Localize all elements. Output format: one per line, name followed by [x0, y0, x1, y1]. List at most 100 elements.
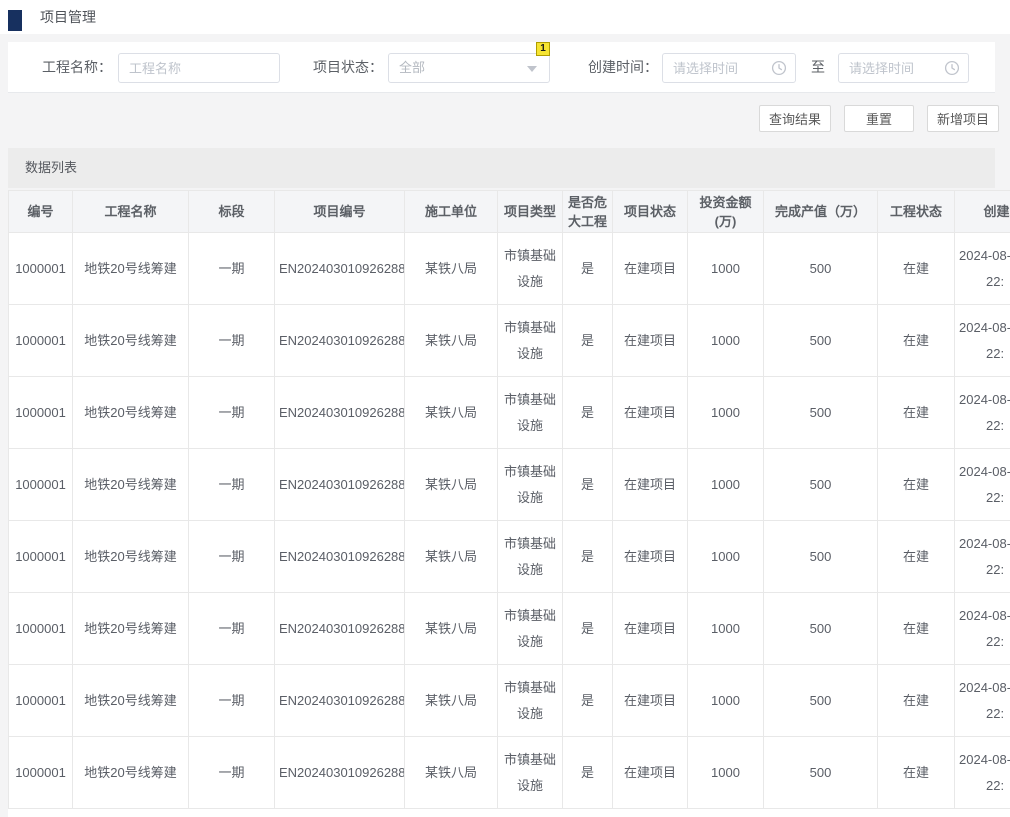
- cell-created-date: 2024-08-: [955, 315, 1010, 341]
- cell-type: 市镇基础设施: [498, 521, 563, 593]
- column-header-type: 项目类型: [498, 191, 563, 233]
- project-management-screen: 项目管理 工程名称： 项目状态： 全部 1 创建时间： 至: [0, 0, 1010, 817]
- start-time-picker[interactable]: [662, 53, 796, 83]
- data-list-title: 数据列表: [25, 148, 77, 188]
- cell-investment: 1000: [688, 521, 764, 593]
- cell-created-date: 2024-08-: [955, 387, 1010, 413]
- column-header-investment: 投资金额(万): [688, 191, 764, 233]
- column-header-id: 编号: [9, 191, 73, 233]
- table-row: 1000001地铁20号线筹建一期EN20240301092628830某铁八局…: [9, 305, 1010, 377]
- cell-dangerous: 是: [563, 305, 613, 377]
- column-header-state: 工程状态: [878, 191, 955, 233]
- cell-dangerous: 是: [563, 593, 613, 665]
- cell-dangerous: 是: [563, 377, 613, 449]
- cell-investment: 1000: [688, 737, 764, 809]
- cell-code: EN20240301092628830: [275, 377, 405, 449]
- cell-status: 在建项目: [613, 665, 688, 737]
- cell-status: 在建项目: [613, 377, 688, 449]
- project-name-input[interactable]: [118, 53, 280, 83]
- cell-created: 2024-08-22:: [955, 305, 1010, 377]
- cell-section: 一期: [189, 665, 275, 737]
- cell-contractor: 某铁八局: [405, 377, 498, 449]
- cell-dangerous: 是: [563, 449, 613, 521]
- cell-dangerous: 是: [563, 737, 613, 809]
- cell-code: EN20240301092628830: [275, 737, 405, 809]
- project-status-value: 全部: [399, 54, 425, 82]
- projects-table: 编号工程名称标段项目编号施工单位项目类型是否危大工程项目状态投资金额(万)完成产…: [8, 190, 1010, 809]
- cell-id: 1000001: [9, 233, 73, 305]
- cell-section: 一期: [189, 449, 275, 521]
- table-row: 1000001地铁20号线筹建一期EN20240301092628830某铁八局…: [9, 665, 1010, 737]
- cell-state: 在建: [878, 377, 955, 449]
- reset-button[interactable]: 重置: [844, 105, 914, 132]
- query-results-button[interactable]: 查询结果: [759, 105, 831, 132]
- cell-created-time: 22:: [955, 773, 1010, 799]
- end-time-picker[interactable]: [838, 53, 969, 83]
- project-name-label: 工程名称：: [42, 42, 112, 93]
- cell-created-time: 22:: [955, 485, 1010, 511]
- cell-state: 在建: [878, 737, 955, 809]
- cell-output: 500: [764, 305, 878, 377]
- cell-code: EN20240301092628830: [275, 233, 405, 305]
- cell-id: 1000001: [9, 449, 73, 521]
- cell-output: 500: [764, 449, 878, 521]
- table-row: 1000001地铁20号线筹建一期EN20240301092628830某铁八局…: [9, 593, 1010, 665]
- cell-id: 1000001: [9, 665, 73, 737]
- table-row: 1000001地铁20号线筹建一期EN20240301092628830某铁八局…: [9, 737, 1010, 809]
- cell-section: 一期: [189, 305, 275, 377]
- action-button-bar: 查询结果 重置 新增项目: [759, 105, 999, 132]
- cell-created-date: 2024-08-: [955, 531, 1010, 557]
- cell-created-date: 2024-08-: [955, 747, 1010, 773]
- to-label: 至: [808, 42, 828, 93]
- cell-id: 1000001: [9, 305, 73, 377]
- cell-type: 市镇基础设施: [498, 305, 563, 377]
- cell-dangerous: 是: [563, 233, 613, 305]
- cell-contractor: 某铁八局: [405, 665, 498, 737]
- cell-created-date: 2024-08-: [955, 243, 1010, 269]
- cell-type: 市镇基础设施: [498, 737, 563, 809]
- projects-table-scroll-container[interactable]: 编号工程名称标段项目编号施工单位项目类型是否危大工程项目状态投资金额(万)完成产…: [8, 190, 1010, 817]
- project-status-label: 项目状态：: [313, 42, 383, 93]
- cell-name: 地铁20号线筹建: [73, 521, 189, 593]
- table-row: 1000001地铁20号线筹建一期EN20240301092628830某铁八局…: [9, 449, 1010, 521]
- column-header-dangerous: 是否危大工程: [563, 191, 613, 233]
- cell-id: 1000001: [9, 521, 73, 593]
- cell-section: 一期: [189, 593, 275, 665]
- cell-code: EN20240301092628830: [275, 521, 405, 593]
- cell-type: 市镇基础设施: [498, 593, 563, 665]
- cell-created: 2024-08-22:: [955, 449, 1010, 521]
- cell-investment: 1000: [688, 377, 764, 449]
- cell-created-time: 22:: [955, 557, 1010, 583]
- cell-contractor: 某铁八局: [405, 233, 498, 305]
- table-row: 1000001地铁20号线筹建一期EN20240301092628830某铁八局…: [9, 377, 1010, 449]
- cell-section: 一期: [189, 521, 275, 593]
- project-status-select[interactable]: 全部 1: [388, 53, 550, 83]
- cell-created: 2024-08-22:: [955, 737, 1010, 809]
- clock-icon: [944, 60, 960, 76]
- cell-name: 地铁20号线筹建: [73, 665, 189, 737]
- cell-name: 地铁20号线筹建: [73, 305, 189, 377]
- cell-output: 500: [764, 593, 878, 665]
- cell-dangerous: 是: [563, 665, 613, 737]
- cell-name: 地铁20号线筹建: [73, 233, 189, 305]
- cell-investment: 1000: [688, 665, 764, 737]
- table-header-row: 编号工程名称标段项目编号施工单位项目类型是否危大工程项目状态投资金额(万)完成产…: [9, 191, 1010, 233]
- column-header-code: 项目编号: [275, 191, 405, 233]
- cell-name: 地铁20号线筹建: [73, 593, 189, 665]
- cell-created-date: 2024-08-: [955, 459, 1010, 485]
- column-header-section: 标段: [189, 191, 275, 233]
- cell-created-date: 2024-08-: [955, 603, 1010, 629]
- cell-status: 在建项目: [613, 521, 688, 593]
- cell-output: 500: [764, 377, 878, 449]
- cell-id: 1000001: [9, 737, 73, 809]
- cell-state: 在建: [878, 233, 955, 305]
- cell-investment: 1000: [688, 305, 764, 377]
- add-project-button[interactable]: 新增项目: [927, 105, 999, 132]
- chevron-down-icon: [527, 66, 537, 72]
- cell-state: 在建: [878, 593, 955, 665]
- cell-status: 在建项目: [613, 593, 688, 665]
- column-header-output: 完成产值（万）: [764, 191, 878, 233]
- cell-name: 地铁20号线筹建: [73, 377, 189, 449]
- page-header: 项目管理: [0, 0, 1010, 34]
- cell-code: EN20240301092628830: [275, 593, 405, 665]
